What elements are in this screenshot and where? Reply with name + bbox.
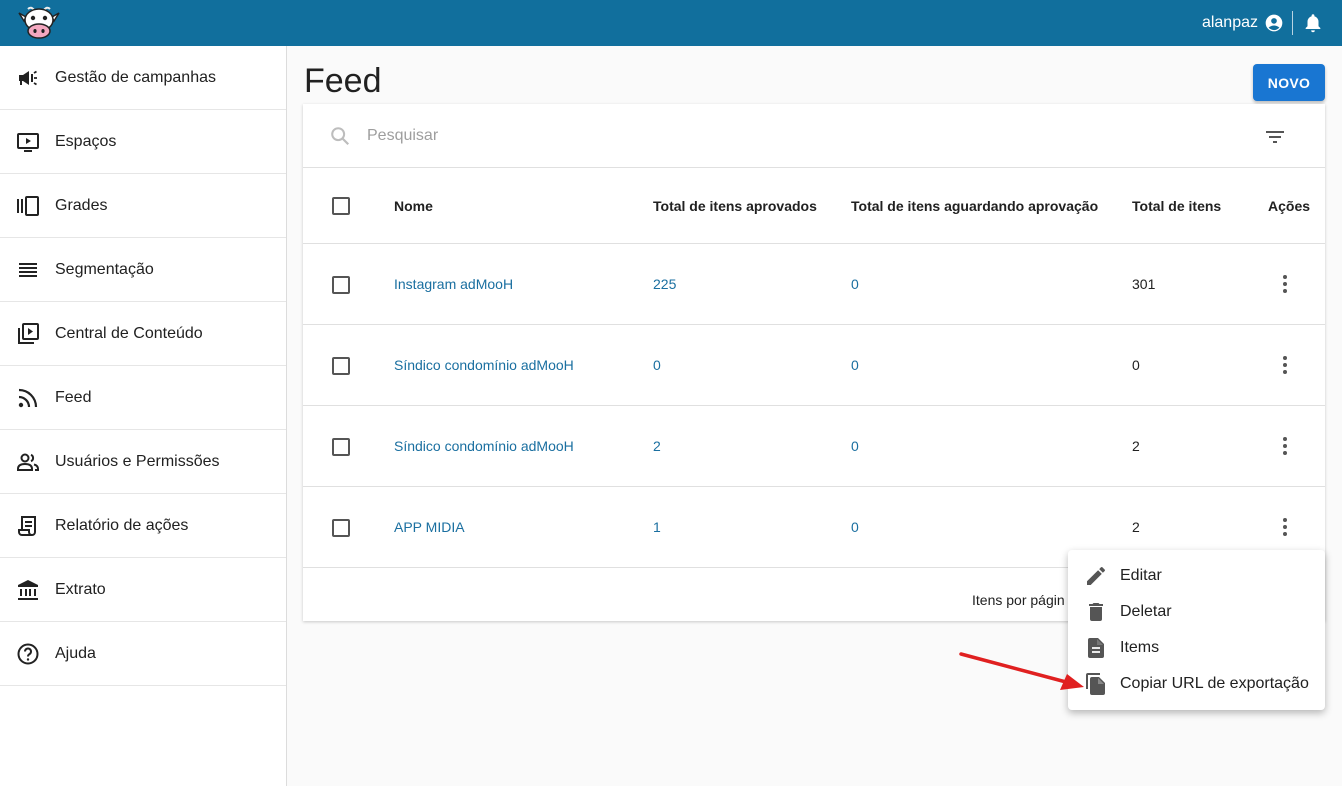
people-icon [17, 453, 39, 471]
pending-count[interactable]: 0 [851, 325, 859, 406]
pending-count[interactable]: 0 [851, 487, 859, 568]
sidebar-item-relatorio-acoes[interactable]: Relatório de ações [0, 494, 286, 558]
sidebar-item-extrato[interactable]: Extrato [0, 558, 286, 622]
sidebar-item-label: Usuários e Permissões [55, 452, 220, 470]
more-actions-icon[interactable] [1273, 515, 1297, 539]
new-button[interactable]: NOVO [1253, 64, 1325, 101]
search-bar [303, 104, 1325, 168]
top-app-bar: alanpaz [0, 0, 1342, 46]
lines-icon [19, 262, 37, 277]
menu-item-label: Editar [1120, 567, 1162, 584]
menu-item-label: Deletar [1120, 603, 1172, 620]
sidebar-item-label: Grades [55, 196, 108, 214]
feed-name-link[interactable]: Síndico condomínio adMooH [394, 406, 574, 487]
screen-play-icon [17, 132, 39, 152]
menu-item-edit[interactable]: Editar [1068, 558, 1325, 594]
table-row: Instagram adMooH 225 0 301 [303, 244, 1325, 325]
approved-count[interactable]: 225 [653, 244, 676, 325]
feed-name-link[interactable]: APP MIDIA [394, 487, 465, 568]
table-row: Síndico condomínio adMooH 0 0 0 [303, 325, 1325, 406]
pencil-icon [1087, 567, 1105, 585]
rss-feed-icon [18, 388, 38, 407]
pending-count[interactable]: 0 [851, 244, 859, 325]
receipt-icon [18, 515, 36, 536]
approved-count[interactable]: 0 [653, 325, 661, 406]
menu-item-label: Items [1120, 639, 1160, 656]
sidebar-item-label: Relatório de ações [55, 516, 189, 534]
sidebar-item-usuarios-permissoes[interactable]: Usuários e Permissões [0, 430, 286, 494]
total-count: 301 [1132, 276, 1156, 292]
menu-item-label: Copiar URL de exportação [1120, 675, 1309, 692]
menu-item-delete[interactable]: Deletar [1068, 594, 1325, 630]
total-count: 2 [1132, 438, 1140, 454]
more-actions-icon[interactable] [1273, 353, 1297, 377]
column-header-approved[interactable]: Total de itens aprovados [653, 168, 817, 244]
video-library-icon [18, 322, 39, 344]
help-icon [17, 643, 39, 664]
feed-table-card: Nome Total de itens aprovados Total de i… [303, 104, 1325, 621]
sidebar-item-label: Extrato [55, 580, 106, 598]
row-checkbox[interactable] [332, 276, 350, 294]
column-header-actions: Ações [1268, 198, 1311, 214]
feed-name-link[interactable]: Instagram adMooH [394, 244, 513, 325]
column-header-total[interactable]: Total de itens [1132, 168, 1221, 244]
notifications-bell-icon[interactable] [1302, 12, 1324, 34]
sidebar-item-espacos[interactable]: Espaços [0, 110, 286, 174]
sidebar-item-label: Gestão de campanhas [55, 68, 216, 86]
row-checkbox[interactable] [332, 519, 350, 537]
topbar-divider [1292, 11, 1293, 35]
column-header-name[interactable]: Nome [394, 168, 433, 244]
table-row: Síndico condomínio adMooH 2 0 2 [303, 406, 1325, 487]
sidebar-item-gestao-campanhas[interactable]: Gestão de campanhas [0, 46, 286, 110]
user-menu[interactable]: alanpaz [1202, 0, 1284, 46]
sidebar-item-label: Ajuda [55, 644, 96, 662]
sidebar-item-feed[interactable]: Feed [0, 366, 286, 430]
account-circle-icon [1265, 14, 1283, 32]
table-header: Nome Total de itens aprovados Total de i… [303, 168, 1325, 244]
select-all-checkbox[interactable] [332, 197, 350, 215]
megaphone-icon [19, 70, 37, 85]
row-checkbox[interactable] [332, 357, 350, 375]
column-header-pending[interactable]: Total de itens aguardando aprovação [851, 168, 1098, 244]
sidebar-item-label: Espaços [55, 132, 117, 150]
items-per-page-label: Itens por págin [972, 592, 1065, 608]
sidebar-item-label: Segmentação [55, 260, 154, 278]
page-title: Feed [304, 62, 382, 100]
row-actions-menu: Editar Deletar Items Copiar URL de expor… [1068, 550, 1325, 710]
sidebar: Gestão de campanhas Espaços Grades Segme… [0, 46, 287, 786]
sidebar-item-grades[interactable]: Grades [0, 174, 286, 238]
more-actions-icon[interactable] [1273, 272, 1297, 296]
feed-name-link[interactable]: Síndico condomínio adMooH [394, 325, 574, 406]
sidebar-item-central-conteudo[interactable]: Central de Conteúdo [0, 302, 286, 366]
cow-logo-icon[interactable] [16, 5, 62, 41]
trash-icon [1089, 603, 1103, 621]
username: alanpaz [1201, 14, 1258, 31]
sidebar-item-label: Central de Conteúdo [55, 324, 203, 342]
sidebar-item-segmentacao[interactable]: Segmentação [0, 238, 286, 302]
menu-item-items[interactable]: Items [1068, 630, 1325, 666]
approved-count[interactable]: 2 [653, 406, 661, 487]
annotation-arrow-icon [959, 652, 1084, 690]
row-checkbox[interactable] [332, 438, 350, 456]
menu-item-copy-export-url[interactable]: Copiar URL de exportação [1068, 666, 1325, 702]
pending-count[interactable]: 0 [851, 406, 859, 487]
filter-icon[interactable] [1263, 125, 1287, 149]
bank-icon [18, 579, 38, 600]
total-count: 0 [1132, 357, 1140, 373]
search-input[interactable] [367, 122, 1067, 150]
search-icon [331, 127, 350, 146]
approved-count[interactable]: 1 [653, 487, 661, 568]
sidebar-item-ajuda[interactable]: Ajuda [0, 622, 286, 686]
more-actions-icon[interactable] [1273, 434, 1297, 458]
sidebar-item-label: Feed [55, 388, 92, 406]
carousel-icon [17, 195, 39, 216]
